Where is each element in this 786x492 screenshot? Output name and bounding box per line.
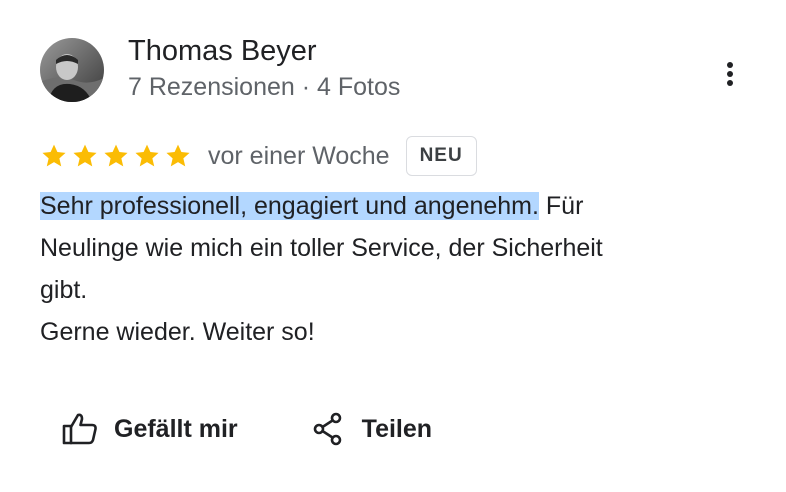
like-label: Gefällt mir (114, 414, 238, 443)
avatar[interactable] (40, 38, 104, 102)
author-info: Thomas Beyer 7 Rezensionen · 4 Fotos (128, 33, 400, 104)
share-icon (308, 409, 348, 449)
star-icon (166, 144, 190, 167)
star-icon (135, 144, 159, 167)
thumb-up-icon (60, 409, 100, 449)
review-text-line1-rest: Für (538, 192, 584, 220)
review-text-line4: Gerne wieder. Weiter so! (40, 318, 315, 346)
star-rating (40, 142, 192, 170)
share-label: Teilen (361, 414, 433, 443)
star-icon (73, 144, 97, 167)
author-name[interactable]: Thomas Beyer (128, 33, 400, 69)
author-meta: 7 Rezensionen · 4 Fotos (128, 73, 401, 101)
star-icon (42, 144, 66, 167)
rating-row: vor einer Woche NEU (40, 134, 477, 178)
review-actions: Gefällt mir Teilen (60, 404, 432, 454)
review-card: Thomas Beyer 7 Rezensionen · 4 Fotos vor… (0, 0, 786, 492)
review-text-line3: gibt. (40, 276, 88, 304)
more-options-button[interactable] (712, 56, 748, 92)
review-text: Sehr professionell, engagiert und angene… (40, 185, 720, 353)
more-vert-icon (727, 62, 733, 86)
share-button[interactable]: Teilen (308, 404, 432, 454)
like-button[interactable]: Gefällt mir (60, 404, 238, 454)
review-text-line2: Neulinge wie mich ein toller Service, de… (40, 234, 603, 262)
review-date: vor einer Woche (208, 141, 390, 170)
review-text-highlighted: Sehr professionell, engagiert und angene… (40, 192, 539, 220)
new-badge: NEU (405, 136, 477, 176)
star-icon (104, 144, 128, 167)
